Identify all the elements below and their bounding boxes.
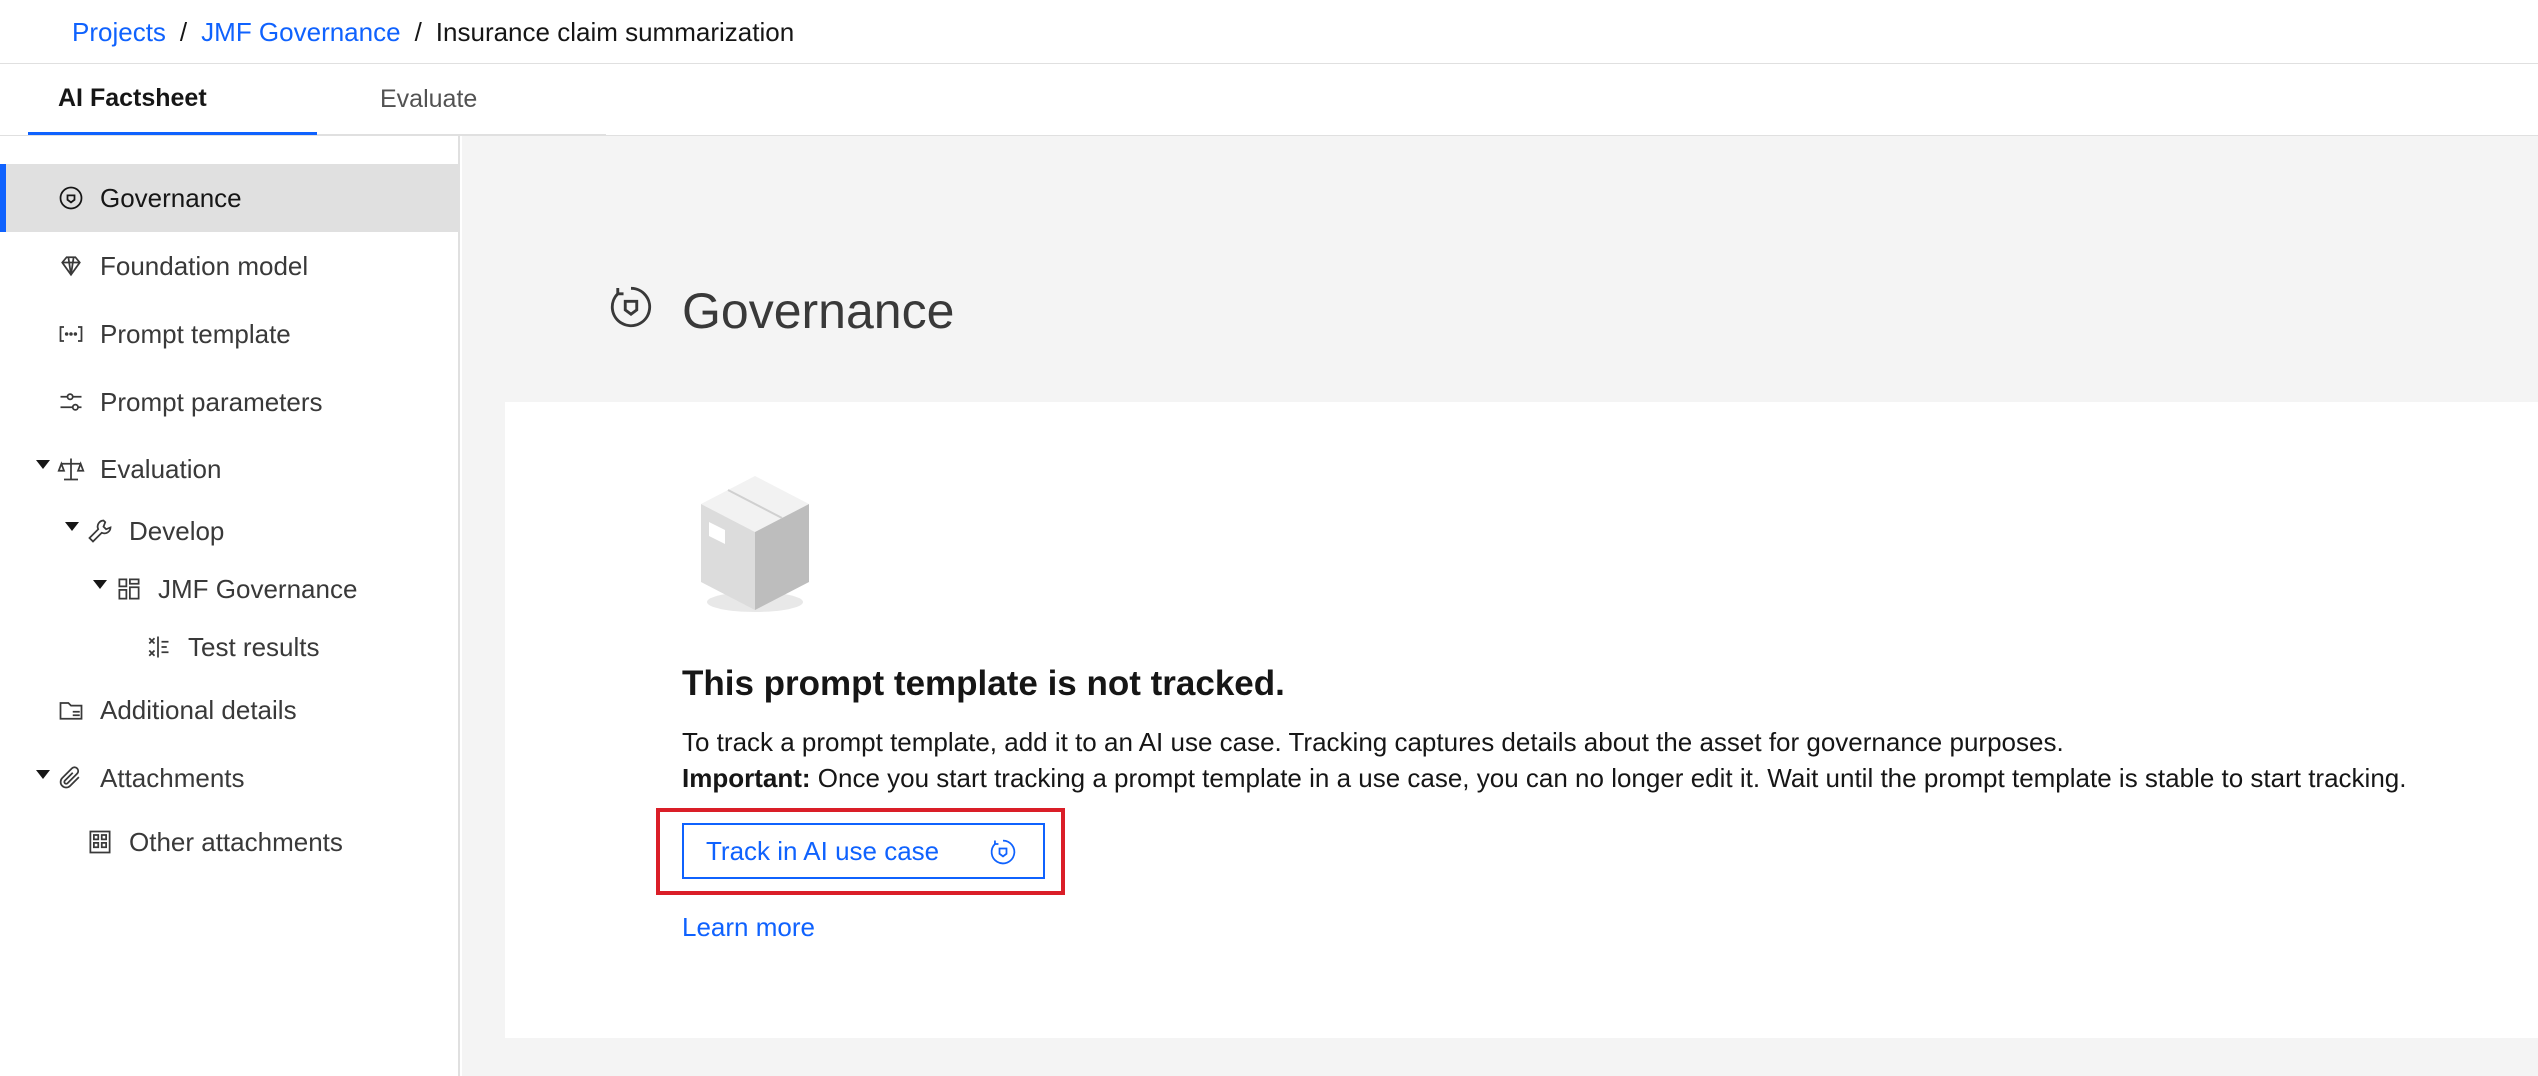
sidebar-item-prompt-parameters[interactable]: Prompt parameters [0, 368, 458, 436]
sidebar-item-jmf-governance[interactable]: JMF Governance [0, 560, 458, 618]
breadcrumb-separator: / [414, 16, 422, 47]
folder-details-icon [56, 695, 86, 725]
important-note: Important: Once you start tracking a pro… [682, 760, 2406, 796]
empty-state-title: This prompt template is not tracked. [682, 664, 1285, 703]
tab-bar: AI Factsheet Evaluate [28, 64, 606, 136]
governance-icon [56, 183, 86, 213]
caret-down-icon[interactable] [93, 580, 107, 589]
bracket-dots-icon [56, 319, 86, 349]
sidebar-item-label: Evaluation [100, 453, 222, 484]
caret-down-icon[interactable] [36, 770, 50, 779]
sidebar-item-additional-details[interactable]: Additional details [0, 676, 458, 744]
wrench-icon [85, 516, 115, 546]
sidebar-item-foundation-model[interactable]: Foundation model [0, 232, 458, 300]
empty-state-description: To track a prompt template, add it to an… [682, 724, 2406, 796]
sidebar-item-label: Prompt parameters [100, 386, 323, 417]
important-label: Important: [682, 763, 811, 793]
grid-attachment-icon [85, 827, 115, 857]
sidebar-item-label: Develop [129, 515, 225, 546]
button-label: Track in AI use case [706, 835, 940, 866]
sliders-icon [56, 387, 86, 417]
sidebar-item-label: Other attachments [129, 826, 343, 857]
governance-icon [610, 286, 652, 328]
paperclip-icon [56, 763, 86, 793]
sidebar-item-evaluation[interactable]: Evaluation [0, 436, 458, 502]
track-in-ai-use-case-button[interactable]: Track in AI use case [682, 823, 1045, 879]
breadcrumb-current: Insurance claim summarization [435, 16, 795, 47]
breadcrumb-separator: / [179, 16, 188, 47]
sidebar-item-label: Additional details [100, 694, 297, 725]
breadcrumb: Projects / JMF Governance / Insurance cl… [72, 12, 794, 52]
sidebar-item-label: Prompt template [100, 318, 291, 349]
important-text: Once you start tracking a prompt templat… [810, 763, 2407, 793]
caret-down-icon[interactable] [65, 522, 79, 531]
breadcrumb-project-link[interactable]: JMF Governance [201, 17, 400, 48]
sidebar-item-test-results[interactable]: Test results [0, 618, 458, 676]
governance-icon [990, 839, 1016, 865]
sidebar-item-prompt-template[interactable]: Prompt template [0, 300, 458, 368]
sidebar-item-develop[interactable]: Develop [0, 502, 458, 560]
sidebar-item-attachments[interactable]: Attachments [0, 744, 458, 812]
page-title: Governance [682, 283, 955, 339]
sidebar-item-label: Attachments [100, 762, 245, 793]
dashboard-icon [114, 574, 144, 604]
sidebar-item-label: Governance [100, 182, 242, 213]
sidebar-item-other-attachments[interactable]: Other attachments [0, 812, 458, 872]
description-text: To track a prompt template, add it to an… [682, 727, 2064, 757]
diamond-icon [56, 251, 86, 281]
sidebar-item-label: Foundation model [100, 250, 309, 281]
sidebar-item-label: JMF Governance [158, 573, 358, 604]
empty-box-illustration [701, 476, 809, 612]
sidebar-nav: Governance Foundation model Prompt templ… [0, 136, 460, 1076]
tab-ai-factsheet[interactable]: AI Factsheet [28, 64, 317, 136]
caret-down-icon[interactable] [36, 460, 50, 469]
test-results-icon [143, 632, 173, 662]
breadcrumb-projects-link[interactable]: Projects [72, 17, 166, 48]
scale-icon [56, 454, 86, 484]
learn-more-link[interactable]: Learn more [682, 912, 815, 943]
sidebar-item-label: Test results [188, 631, 320, 662]
tab-evaluate[interactable]: Evaluate [317, 64, 606, 136]
sidebar-item-governance[interactable]: Governance [0, 164, 458, 232]
